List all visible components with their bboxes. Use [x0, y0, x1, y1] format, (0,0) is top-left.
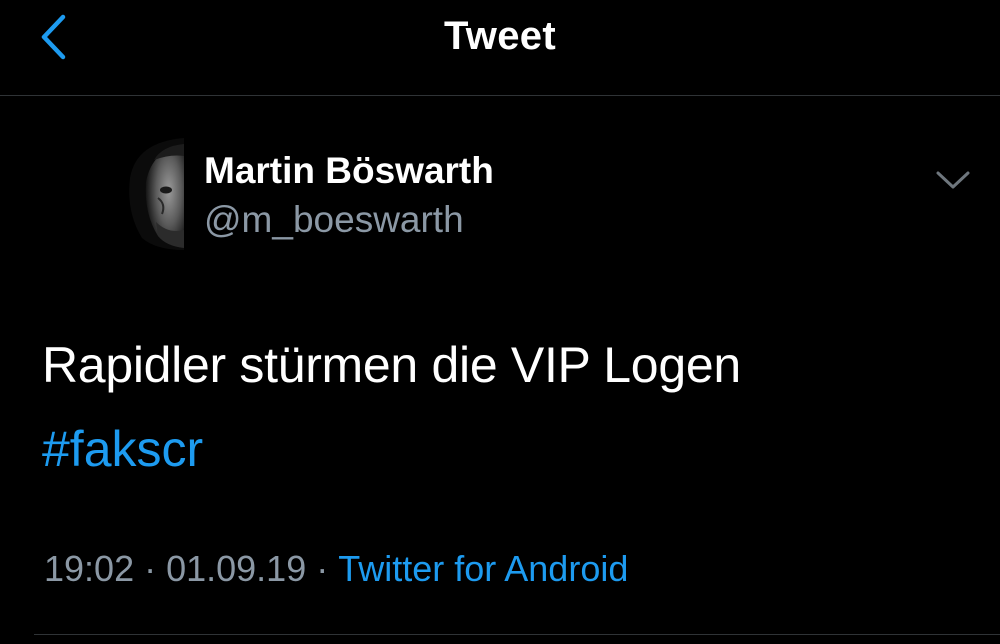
navigation-bar: Tweet — [0, 0, 1000, 96]
author-handle[interactable]: @m_boeswarth — [204, 199, 464, 241]
separator: · — [144, 548, 157, 589]
tweet-date: 01.09.19 — [166, 548, 307, 589]
author-name[interactable]: Martin Böswarth — [204, 150, 494, 192]
tweet-options-button[interactable] — [928, 160, 978, 200]
divider — [34, 634, 1000, 635]
tweet-time: 19:02 — [44, 548, 135, 589]
avatar[interactable] — [122, 138, 184, 250]
tweet-metadata: 19:02 · 01.09.19 · Twitter for Android — [44, 548, 628, 590]
page-title: Tweet — [444, 14, 556, 58]
chevron-down-icon — [936, 171, 970, 189]
separator: · — [316, 548, 329, 589]
hashtag-link[interactable]: #fakscr — [42, 420, 203, 478]
tweet-text: Rapidler stürmen die VIP Logen — [42, 337, 741, 393]
tweet-source-link[interactable]: Twitter for Android — [338, 548, 628, 590]
